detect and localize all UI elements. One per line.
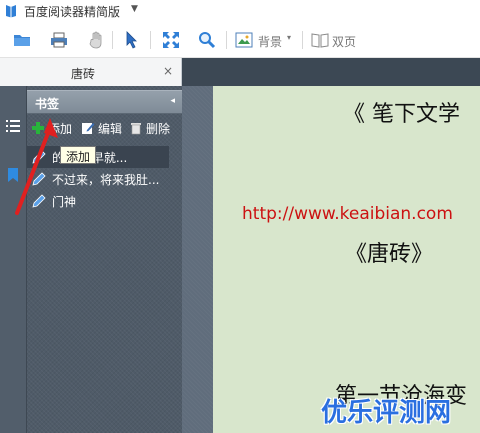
select-cursor-icon[interactable]: [122, 30, 142, 50]
bookmark-panel: 书签 ◂ 添加 编辑 删除 的 这是早就... 不过来，将来我肚... 门神: [27, 86, 182, 433]
toolbar-separator: [150, 31, 151, 49]
pencil-icon: [32, 150, 46, 164]
edit-bookmark-button[interactable]: 编辑: [81, 119, 122, 137]
background-button[interactable]: 背景: [258, 33, 282, 50]
open-icon[interactable]: [12, 30, 32, 50]
double-page-icon[interactable]: [310, 30, 330, 50]
delete-bookmark-button[interactable]: 删除: [129, 119, 170, 137]
background-dropdown-arrow-icon[interactable]: ▾: [287, 33, 291, 42]
edit-bookmark-label: 编辑: [98, 121, 123, 136]
tab-book[interactable]: 唐砖 ×: [0, 58, 182, 86]
bookmark-icon[interactable]: [7, 168, 19, 185]
background-icon[interactable]: [234, 30, 254, 50]
hand-icon[interactable]: [87, 30, 107, 50]
bookmark-item[interactable]: 不过来，将来我肚...: [27, 168, 182, 190]
edit-icon: [82, 123, 95, 134]
tab-book-label: 唐砖: [70, 67, 95, 81]
bookmark-item-label: 不过来，将来我肚...: [52, 172, 160, 187]
app-title: 百度阅读器精简版: [24, 5, 121, 19]
bookmark-actions: 添加 编辑 删除: [27, 116, 182, 140]
book-page[interactable]: 《 笔下文学 http://www.keaibian.com 《唐砖》 第一节沧…: [213, 86, 480, 433]
tab-bar: 唐砖 ×: [0, 58, 480, 86]
pencil-icon: [32, 172, 46, 186]
add-tooltip: 添加: [60, 146, 97, 164]
list-view-icon[interactable]: [6, 120, 20, 135]
collapse-panel-icon[interactable]: ◂: [170, 96, 175, 106]
toolbar: 背景 ▾ 双页: [0, 22, 480, 58]
watermark: 优乐评测网: [321, 398, 452, 428]
print-icon[interactable]: [49, 30, 69, 50]
bookmark-item-label: 门神: [52, 194, 77, 209]
add-bookmark-label: 添加: [48, 121, 73, 136]
bookmark-panel-title: 书签: [35, 97, 60, 111]
title-bar: 百度阅读器精简版 ▼: [0, 0, 480, 22]
fullscreen-icon[interactable]: [161, 30, 181, 50]
add-bookmark-button[interactable]: 添加: [31, 119, 72, 137]
pencil-icon: [32, 194, 46, 208]
plus-icon: [32, 122, 44, 134]
page-book-title: 《唐砖》: [345, 242, 434, 267]
page-url-text: http://www.keaibian.com: [242, 204, 453, 224]
app-logo-icon: [6, 5, 16, 18]
bookmark-item[interactable]: 门神: [27, 190, 182, 212]
app-menu-arrow-icon[interactable]: ▼: [131, 4, 138, 14]
page-text-line: 《 笔下文学: [343, 102, 460, 127]
zoom-icon[interactable]: [197, 30, 217, 50]
delete-bookmark-label: 删除: [146, 121, 171, 136]
bookmark-item[interactable]: 的 这是早就...: [27, 146, 169, 168]
tab-close-icon[interactable]: ×: [163, 64, 173, 78]
double-page-button[interactable]: 双页: [332, 33, 356, 50]
toolbar-separator: [112, 31, 113, 49]
toolbar-separator: [226, 31, 227, 49]
toolbar-separator: [302, 31, 303, 49]
bookmark-panel-header: 书签 ◂: [27, 90, 182, 114]
trash-icon: [131, 123, 141, 135]
left-rail: [0, 86, 27, 433]
